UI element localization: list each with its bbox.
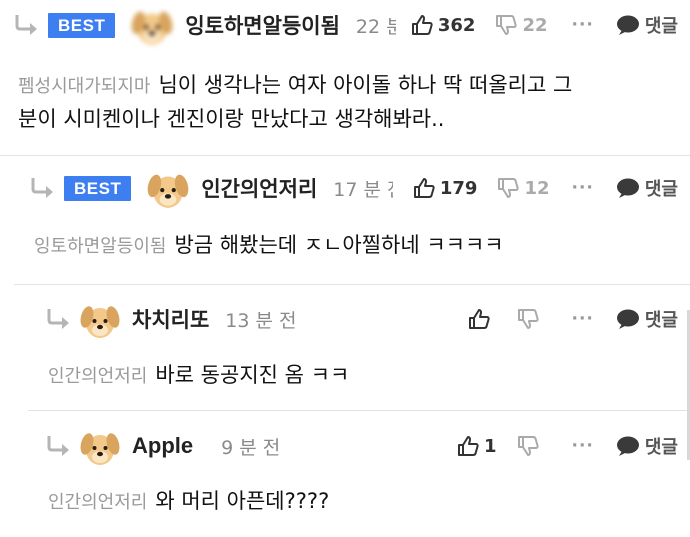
dislike-count: 12 — [524, 177, 550, 199]
comment-2: BEST 인간의언저리 17 분 전 179 12 ··· 댓글 잉토하면알등이… — [0, 156, 690, 284]
mention[interactable]: 펨성시대가되지마 — [18, 76, 150, 97]
dislike-button[interactable] — [517, 308, 544, 330]
comment-3: 차치리또 13 분 전 ··· 댓글 인간의언저리 바로 동공지진 옴 ㅋㅋ — [0, 285, 690, 410]
more-dots-icon[interactable]: ··· — [572, 15, 594, 35]
avatar[interactable] — [145, 165, 191, 211]
comment-text: 펨성시대가되지마 님이 생각나는 여자 아이돌 하나 딱 떠올리고 그 — [18, 73, 573, 97]
timestamp: 9 분 전 — [221, 436, 281, 459]
speech-bubble-icon — [616, 14, 640, 36]
reply-arrow-icon — [44, 433, 74, 459]
best-badge: BEST — [48, 12, 116, 38]
thumbs-up-icon — [457, 435, 479, 457]
reply-label: 댓글 — [644, 310, 678, 331]
reply-label: 댓글 — [644, 16, 678, 37]
dislike-button[interactable]: 12 — [497, 177, 550, 199]
reply-label: 댓글 — [644, 179, 678, 200]
thumbs-up-icon — [413, 177, 435, 199]
reply-button[interactable]: 댓글 — [616, 12, 678, 38]
nickname[interactable]: 인간의언저리 — [201, 173, 317, 203]
thumbs-down-icon — [497, 177, 519, 199]
mention[interactable]: 잉토하면알등이됨 — [34, 236, 166, 257]
timestamp: 22 분 전 — [355, 15, 396, 38]
comment-text: 인간의언저리 바로 동공지진 옴 ㅋㅋ — [48, 363, 350, 387]
like-count: 179 — [439, 177, 478, 199]
dislike-count: 22 — [522, 14, 548, 36]
mention[interactable]: 인간의언저리 — [48, 366, 147, 387]
nickname[interactable]: 잉토하면알등이됨 — [185, 10, 340, 40]
nickname[interactable]: 차치리또 — [132, 304, 209, 334]
reply-button[interactable]: 댓글 — [616, 306, 678, 332]
like-count: 362 — [437, 14, 476, 36]
thumbs-down-icon — [517, 308, 539, 330]
like-button[interactable]: 1 — [457, 435, 497, 457]
reply-button[interactable]: 댓글 — [616, 433, 678, 459]
reply-arrow-icon — [44, 306, 74, 332]
mention[interactable]: 인간의언저리 — [48, 492, 147, 513]
like-count: 1 — [483, 435, 497, 457]
speech-bubble-icon — [616, 435, 640, 457]
comment-text: 인간의언저리 와 머리 아픈데???? — [48, 489, 330, 513]
reply-arrow-icon — [12, 12, 42, 38]
reply-button[interactable]: 댓글 — [616, 175, 678, 201]
reply-arrow-icon — [28, 175, 58, 201]
thumbs-up-icon — [411, 14, 433, 36]
like-button[interactable]: 179 — [413, 177, 478, 199]
more-dots-icon[interactable]: ··· — [572, 178, 594, 198]
speech-bubble-icon — [616, 177, 640, 199]
comment-text: 잉토하면알등이됨 방금 해봤는데 ㅈㄴ아찔하네 ㅋㅋㅋㅋ — [34, 233, 504, 257]
nickname[interactable]: Apple — [132, 433, 193, 459]
avatar[interactable] — [78, 424, 122, 468]
like-button[interactable]: 362 — [411, 14, 476, 36]
comment-4: Apple 9 분 전 1 ··· 댓글 인간의언저리 와 머리 아픈데???? — [0, 411, 690, 537]
avatar[interactable] — [78, 297, 122, 341]
like-button[interactable] — [468, 308, 495, 330]
avatar[interactable] — [129, 2, 175, 48]
timestamp: 13 분 전 — [225, 309, 297, 332]
best-badge: BEST — [64, 175, 132, 201]
more-dots-icon[interactable]: ··· — [572, 436, 594, 456]
comment-1: BEST 잉토하면알등이됨 22 분 전 362 22 ··· 댓글 펨성시대가… — [0, 0, 690, 155]
comment-text-line2: 분이 시미켄이나 겐진이랑 만났다고 생각해봐라.. — [18, 107, 445, 131]
reply-label: 댓글 — [644, 437, 678, 458]
thumbs-down-icon — [495, 14, 517, 36]
timestamp: 17 분 전 — [333, 178, 393, 201]
dislike-button[interactable] — [517, 435, 544, 457]
more-dots-icon[interactable]: ··· — [572, 309, 594, 329]
thumbs-up-icon — [468, 308, 490, 330]
dislike-button[interactable]: 22 — [495, 14, 548, 36]
thumbs-down-icon — [517, 435, 539, 457]
speech-bubble-icon — [616, 308, 640, 330]
